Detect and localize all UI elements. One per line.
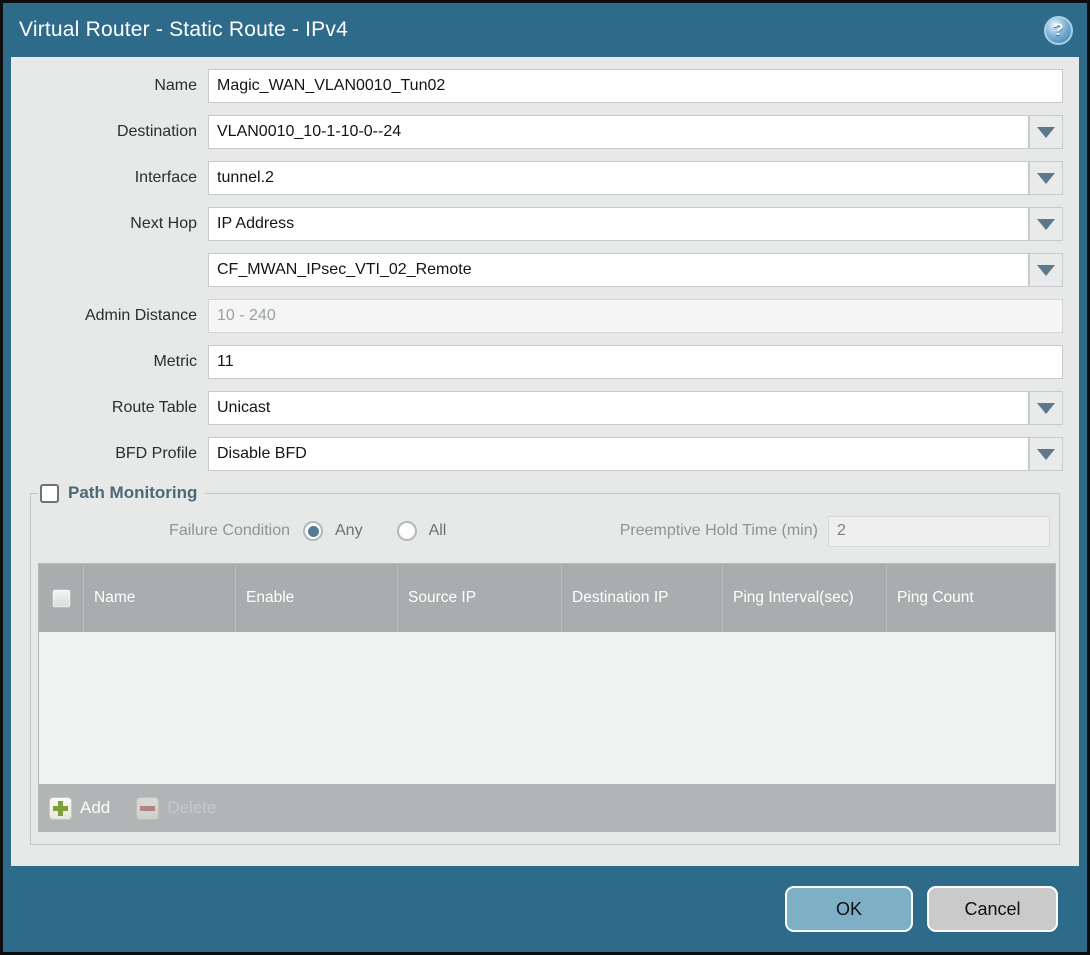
bfd-profile-dropdown-button[interactable] [1029,437,1063,471]
failure-condition-any-label: Any [335,522,363,540]
path-monitoring-title: Path Monitoring [68,483,197,503]
radio-dot [401,526,412,537]
column-header-name[interactable]: Name [83,564,235,632]
failure-condition-label: Failure Condition [38,522,303,540]
column-header-destination-ip[interactable]: Destination IP [561,564,722,632]
path-monitoring-checkbox[interactable] [40,484,59,503]
table-header-row: Name Enable Source IP Destination IP Pin… [39,564,1055,632]
field-row-admin-distance: Admin Distance [11,299,1063,333]
next-hop-address-dropdown-button[interactable] [1029,253,1063,287]
preemptive-hold-time-label: Preemptive Hold Time (min) [620,522,818,540]
plus-icon [49,797,72,820]
bfd-profile-input[interactable] [208,437,1029,471]
path-monitoring-section: Path Monitoring Failure Condition Any Al… [30,483,1060,845]
table-body-empty [39,632,1055,784]
failure-condition-any-radio[interactable] [303,521,323,541]
dialog-footer: OK Cancel [3,866,1087,952]
field-row-metric: Metric [11,345,1063,379]
cancel-button[interactable]: Cancel [927,886,1058,932]
table-toolbar: Add Delete [39,784,1055,832]
bfd-profile-label: BFD Profile [11,445,208,463]
route-table-dropdown-button[interactable] [1029,391,1063,425]
preemptive-hold-time-group: Preemptive Hold Time (min) [620,516,1050,547]
metric-input[interactable] [208,345,1063,379]
minus-icon [136,797,159,820]
path-monitoring-table: Name Enable Source IP Destination IP Pin… [38,563,1056,832]
metric-label: Metric [11,353,208,371]
field-row-next-hop: Next Hop [11,207,1063,241]
chevron-down-icon [1037,219,1055,230]
destination-dropdown-button[interactable] [1029,115,1063,149]
admin-distance-label: Admin Distance [11,307,208,325]
add-button-label: Add [80,798,110,818]
chevron-down-icon [1037,265,1055,276]
field-row-interface: Interface [11,161,1063,195]
delete-button[interactable]: Delete [136,797,216,820]
field-row-next-hop-address [11,253,1063,287]
admin-distance-input[interactable] [208,299,1063,333]
field-row-destination: Destination [11,115,1063,149]
field-row-bfd-profile: BFD Profile [11,437,1063,471]
static-route-dialog: Virtual Router - Static Route - IPv4 ? N… [0,0,1090,955]
interface-label: Interface [11,169,208,187]
failure-condition-all-radio[interactable] [397,521,417,541]
titlebar: Virtual Router - Static Route - IPv4 ? [3,3,1087,57]
column-header-enable[interactable]: Enable [235,564,397,632]
destination-label: Destination [11,123,208,141]
failure-condition-all-label: All [429,522,447,540]
next-hop-label: Next Hop [11,215,208,233]
delete-button-label: Delete [167,798,216,818]
chevron-down-icon [1037,173,1055,184]
chevron-down-icon [1037,127,1055,138]
column-header-ping-count[interactable]: Ping Count [886,564,1055,632]
radio-dot [308,526,319,537]
dialog-title: Virtual Router - Static Route - IPv4 [19,18,348,42]
interface-dropdown-button[interactable] [1029,161,1063,195]
add-button[interactable]: Add [49,797,110,820]
dialog-body: Name Destination Interface Next Hop [11,57,1079,866]
failure-condition-row: Failure Condition Any All Preemptive Hol… [38,515,1050,547]
interface-input[interactable] [208,161,1029,195]
chevron-down-icon [1037,449,1055,460]
field-row-route-table: Route Table [11,391,1063,425]
chevron-down-icon [1037,403,1055,414]
select-all-checkbox[interactable] [52,589,71,608]
next-hop-address-input[interactable] [208,253,1029,287]
route-table-label: Route Table [11,399,208,417]
help-icon[interactable]: ? [1044,16,1073,45]
field-row-name: Name [11,69,1063,103]
name-label: Name [11,77,208,95]
ok-button[interactable]: OK [785,886,913,932]
path-monitoring-legend: Path Monitoring [38,483,205,503]
next-hop-type-input[interactable] [208,207,1029,241]
destination-input[interactable] [208,115,1029,149]
column-header-source-ip[interactable]: Source IP [397,564,561,632]
preemptive-hold-time-input[interactable] [828,516,1050,547]
column-header-ping-interval[interactable]: Ping Interval(sec) [722,564,886,632]
route-table-input[interactable] [208,391,1029,425]
name-input[interactable] [208,69,1063,103]
next-hop-dropdown-button[interactable] [1029,207,1063,241]
